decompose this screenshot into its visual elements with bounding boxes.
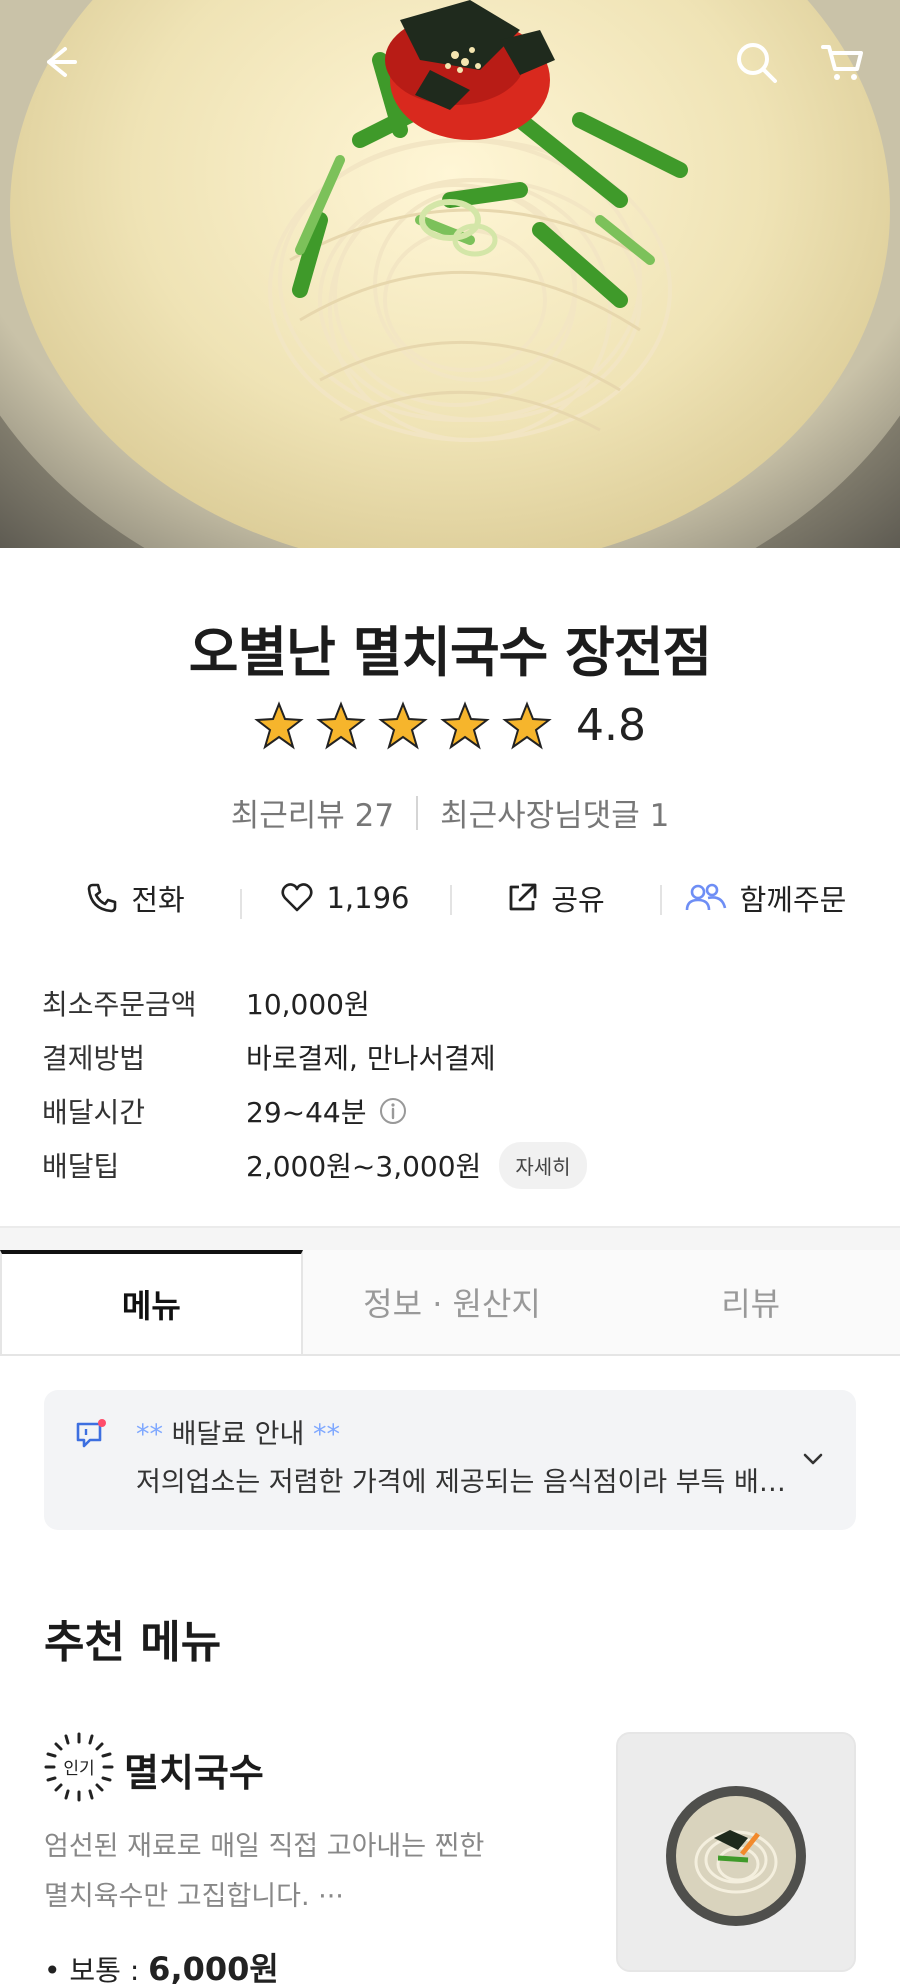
notice-title-text: 배달료 안내 [163, 1419, 313, 1450]
info-value: 2,000원~3,000원 [246, 1150, 482, 1183]
popular-badge-icon: 인기 [44, 1732, 114, 1802]
review-summary: 최근리뷰 27 최근사장님댓글 1 [0, 790, 900, 835]
heart-icon [281, 883, 314, 912]
info-label: 결제방법 [42, 1042, 146, 1075]
owner-comments-link[interactable]: 최근사장님댓글 1 [440, 790, 669, 835]
group-icon [685, 883, 726, 911]
menu-price-value: 6,000원 [148, 1950, 279, 1984]
search-button[interactable] [724, 30, 788, 94]
star-icon [316, 700, 366, 749]
info-value: 10,000원 [246, 988, 370, 1021]
notice-stars-right: ** [312, 1419, 340, 1450]
call-label: 전화 [131, 883, 185, 917]
menu-description: 엄선된 재료로 매일 직접 고아내는 찐한 멸치육수만 고집합니다. ··· [44, 1831, 485, 1912]
back-arrow-icon [47, 47, 77, 77]
like-count: 1,196 [326, 881, 410, 915]
info-row-min-order: 최소주문금액 10,000원 [42, 976, 858, 1030]
info-label: 최소주문금액 [42, 988, 197, 1021]
group-order-label: 함께주문 [739, 883, 847, 917]
chat-icon [76, 1419, 106, 1448]
cart-button[interactable] [810, 30, 874, 94]
delivery-fee-notice[interactable]: ** 배달료 안내 ** 저의업소는 저렴한 가격에 제공되는 음식점이라 부득… [44, 1390, 856, 1530]
recommended-menu-title: 추천 메뉴 [44, 1617, 222, 1668]
store-name: 오별난 멸치국수 장전점 [188, 621, 712, 684]
store-tabs: 메뉴 정보 · 원산지 리뷰 [0, 1250, 900, 1356]
notice-title: ** 배달료 안내 ** [136, 1412, 340, 1451]
menu-thumbnail [616, 1732, 856, 1972]
star-icon [440, 700, 490, 749]
store-actions: 전화 1,196 공유 함께주문 [30, 872, 870, 924]
group-order-button[interactable]: 함께주문 [660, 877, 870, 919]
notice-stars-left: ** [136, 1419, 163, 1450]
tab-info-origin[interactable]: 정보 · 원산지 [302, 1250, 602, 1354]
store-info: 최소주문금액 10,000원 결제방법 바로결제, 만나서결제 배달시간 29~… [42, 976, 858, 1192]
info-value: 29~44분 [246, 1096, 367, 1129]
info-row-payment: 결제방법 바로결제, 만나서결제 [42, 1030, 858, 1084]
tab-menu[interactable]: 메뉴 [0, 1250, 303, 1354]
cart-icon [821, 45, 863, 80]
popular-badge-label: 인기 [63, 1759, 94, 1779]
star-icon [502, 700, 552, 749]
menu-item[interactable]: 인기 멸치국수 엄선된 재료로 매일 직접 고아내는 찐한 멸치육수만 고집합니… [44, 1730, 856, 1984]
phone-icon [88, 883, 117, 913]
info-value-wrap: 29~44분 [246, 1091, 408, 1131]
share-icon [509, 883, 537, 911]
delivery-tip-detail-button[interactable]: 자세히 [499, 1141, 587, 1189]
recent-reviews-link[interactable]: 최근리뷰 27 [231, 790, 394, 835]
chevron-down-icon[interactable] [798, 1444, 828, 1474]
menu-price-label: • 보통 : [44, 1954, 149, 1984]
rating-row: 4.8 [0, 700, 900, 751]
like-button[interactable]: 1,196 [240, 881, 450, 919]
call-button[interactable]: 전화 [30, 877, 240, 919]
back-button[interactable] [26, 30, 90, 94]
tab-review[interactable]: 리뷰 [601, 1250, 900, 1354]
info-label: 배달팁 [42, 1150, 120, 1183]
search-icon [737, 43, 777, 83]
rating-value: 4.8 [576, 700, 646, 751]
star-icon [254, 700, 304, 749]
info-icon[interactable] [378, 1096, 408, 1126]
share-label: 공유 [551, 883, 605, 917]
info-row-delivery-tip: 배달팁 2,000원~3,000원 자세히 [42, 1138, 858, 1192]
info-value-wrap: 2,000원~3,000원 자세히 [246, 1141, 587, 1189]
menu-price: • 보통 : 6,000원 [44, 1944, 279, 1984]
notice-text: 저의업소는 저렴한 가격에 제공되는 음식점이라 부득 배달료가 발생함을 양해… [136, 1467, 806, 1498]
star-icon [378, 700, 428, 749]
store-hero-image [0, 0, 900, 548]
info-label: 배달시간 [42, 1096, 146, 1129]
menu-name: 멸치국수 [124, 1751, 264, 1795]
share-button[interactable]: 공유 [450, 877, 660, 919]
menu-photo [618, 1734, 854, 1970]
info-value: 바로결제, 만나서결제 [246, 1042, 496, 1075]
info-row-delivery-time: 배달시간 29~44분 [42, 1084, 858, 1138]
section-divider [0, 1226, 900, 1250]
divider [416, 795, 419, 830]
